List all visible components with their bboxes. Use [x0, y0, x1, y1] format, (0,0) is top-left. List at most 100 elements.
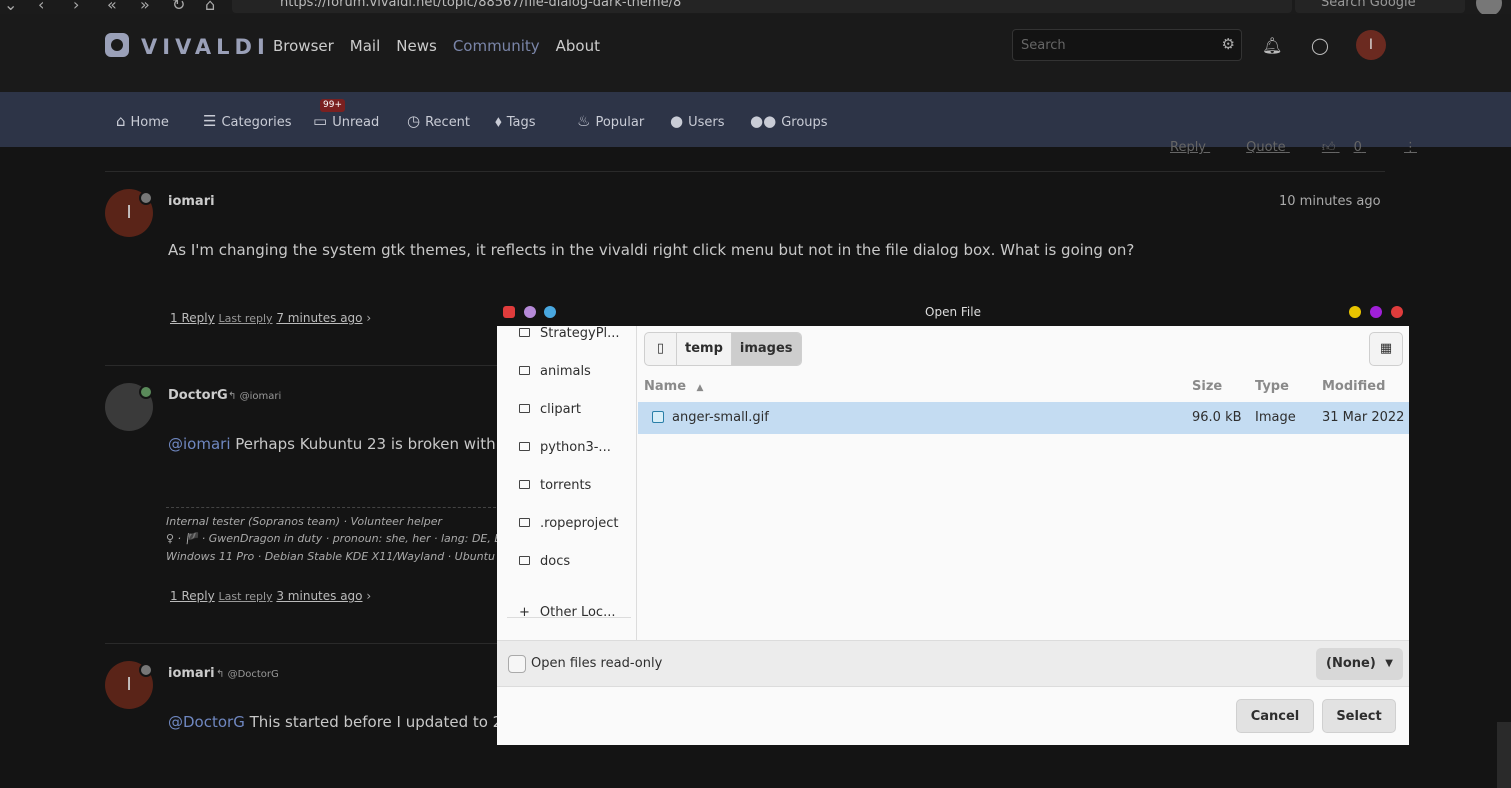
nav-mail[interactable]: Mail	[350, 37, 380, 55]
reload-icon[interactable]: ↻	[172, 0, 185, 14]
grid-view-icon[interactable]: ▦	[1369, 332, 1403, 366]
quote-link[interactable]: Quote	[1246, 140, 1286, 155]
profile-icon[interactable]	[1476, 0, 1502, 14]
file-size: 96.0 kB	[1192, 410, 1242, 425]
plus-icon: +	[519, 605, 530, 620]
sidebar-item-strategy[interactable]: StrategyPl...	[519, 326, 620, 341]
site-search-placeholder: Search	[1021, 38, 1066, 53]
folder-icon	[519, 328, 530, 337]
subnav-home[interactable]: ⌂ Home	[116, 112, 169, 130]
vivaldi-logo-icon[interactable]	[105, 33, 129, 57]
mention-link[interactable]: @DoctorG	[168, 713, 245, 731]
search-settings-icon[interactable]: ⚙	[1222, 35, 1235, 53]
places-sidebar: StrategyPl... animals clipart python3-..…	[497, 326, 637, 640]
browser-search-field[interactable]: Search Google	[1295, 0, 1465, 13]
readonly-checkbox[interactable]	[508, 655, 526, 673]
sidebar-item-animals[interactable]: animals	[519, 364, 591, 379]
image-file-icon	[652, 411, 664, 423]
notifications-bell-icon[interactable]: 🔔︎	[1262, 36, 1282, 55]
user-avatar[interactable]: I	[1356, 30, 1386, 60]
upvote-icon[interactable]: 👍︎	[1322, 140, 1336, 155]
column-header-type[interactable]: Type	[1255, 379, 1289, 394]
minimize-icon[interactable]	[1349, 306, 1361, 318]
folder-icon	[519, 442, 530, 451]
subnav-popular[interactable]: ♨ Popular	[577, 112, 644, 130]
post-content: @iomari Perhaps Kubuntu 23 is broken wit…	[168, 435, 521, 453]
subnav-tags[interactable]: ⬧ Tags	[495, 112, 536, 130]
sidebar-item-other-locations[interactable]: + Other Loc...	[519, 605, 615, 620]
column-header-modified[interactable]: Modified	[1322, 379, 1385, 394]
column-header-name[interactable]: Name ▲	[644, 379, 703, 394]
previous-post-actions: Reply Quote 👍︎ 0 ⋮	[1170, 140, 1417, 155]
nav-news[interactable]: News	[396, 37, 437, 55]
address-bar[interactable]: https://forum.vivaldi.net/topic/88567/fi…	[232, 0, 1292, 13]
list-icon: ☰	[203, 112, 217, 130]
post-author[interactable]: iomari	[168, 194, 215, 209]
post-content: @DoctorG This started before I updated t…	[168, 713, 527, 731]
presence-online-icon	[139, 385, 153, 399]
site-search-input[interactable]: Search ⚙	[1012, 29, 1242, 61]
file-name[interactable]: anger-small.gif	[672, 410, 769, 425]
home-icon[interactable]: ⌂	[205, 0, 215, 14]
rewind-icon[interactable]: «	[107, 0, 117, 14]
subnav-groups[interactable]: ●● Groups	[750, 112, 828, 130]
post-author[interactable]: iomari	[168, 666, 215, 681]
site-logo[interactable]: VIVALDI	[141, 35, 270, 59]
open-file-dialog: Open File StrategyPl... animals clipart …	[497, 298, 1409, 745]
post-timestamp[interactable]: 10 minutes ago	[1279, 194, 1381, 209]
nav-about[interactable]: About	[556, 37, 600, 55]
reply-to-link[interactable]: ↰ @iomari	[228, 391, 281, 402]
select-button[interactable]: Select	[1322, 699, 1396, 733]
reply-arrow-icon: ↰	[216, 669, 228, 680]
path-root-drive-icon[interactable]: ▯	[645, 333, 677, 365]
browser-toolbar: ⌄ ‹ › « » ↻ ⌂ https://forum.vivaldi.net/…	[0, 0, 1511, 14]
folder-icon	[519, 404, 530, 413]
folder-icon	[519, 556, 530, 565]
path-bar: ▯ temp images	[644, 332, 802, 366]
chevron-right-icon: ›	[366, 589, 372, 603]
folder-icon	[519, 480, 530, 489]
maximize-icon[interactable]	[1370, 306, 1382, 318]
replies-link[interactable]: 1 Reply Last reply 3 minutes ago ›	[170, 589, 371, 603]
post-divider	[105, 171, 1385, 172]
cancel-button[interactable]: Cancel	[1236, 699, 1314, 733]
sidebar-item-torrents[interactable]: torrents	[519, 478, 591, 493]
close-icon[interactable]	[1391, 306, 1403, 318]
replies-link[interactable]: 1 Reply Last reply 7 minutes ago ›	[170, 311, 371, 325]
post-author[interactable]: DoctorG	[168, 388, 228, 403]
reply-to-link[interactable]: ↰ @DoctorG	[216, 669, 279, 680]
sidebar-item-python3[interactable]: python3-...	[519, 440, 611, 455]
path-segment-images[interactable]: images	[731, 333, 801, 365]
subnav-categories[interactable]: ☰ Categories	[203, 112, 292, 130]
forward-icon[interactable]: ›	[73, 0, 79, 14]
vivaldi-menu-icon[interactable]: ⌄	[4, 0, 17, 14]
dialog-titlebar[interactable]: Open File	[497, 298, 1409, 326]
chevron-right-icon: ›	[366, 311, 372, 325]
sort-ascending-icon: ▲	[696, 383, 704, 393]
tags-icon: ⬧	[495, 112, 502, 130]
vote-count: 0	[1353, 140, 1362, 155]
mention-link[interactable]: @iomari	[168, 435, 230, 453]
inbox-icon: ▭	[313, 112, 328, 130]
sidebar-item-ropeproject[interactable]: .ropeproject	[519, 516, 619, 531]
chat-bubble-icon[interactable]: ◯	[1311, 36, 1329, 55]
path-segment-temp[interactable]: temp	[677, 333, 732, 365]
forum-subnav: ⌂ Home ☰ Categories ▭ Unread 99+ ◷ Recent ⬧ T…	[0, 92, 1511, 147]
sidebar-item-clipart[interactable]: clipart	[519, 402, 581, 417]
back-icon[interactable]: ‹	[38, 0, 44, 14]
sidebar-item-docs[interactable]: docs	[519, 554, 570, 569]
chevron-down-icon: ▼	[1385, 658, 1393, 669]
column-header-size[interactable]: Size	[1192, 379, 1222, 394]
post-menu-icon[interactable]: ⋮	[1404, 140, 1417, 155]
subnav-unread[interactable]: ▭ Unread	[313, 112, 379, 130]
fast-forward-icon[interactable]: »	[140, 0, 150, 14]
subnav-recent[interactable]: ◷ Recent	[407, 112, 470, 130]
reply-link[interactable]: Reply	[1170, 140, 1206, 155]
file-filter-dropdown[interactable]: (None) ▼	[1316, 648, 1403, 680]
signature-line: Windows 11 Pro · Debian Stable KDE X11/W…	[166, 550, 518, 563]
nav-community[interactable]: Community	[453, 37, 540, 55]
readonly-label[interactable]: Open files read-only	[531, 656, 662, 671]
nav-browser[interactable]: Browser	[273, 37, 334, 55]
subnav-users[interactable]: ● Users	[670, 112, 725, 130]
page-scrollbar[interactable]	[1497, 722, 1511, 788]
